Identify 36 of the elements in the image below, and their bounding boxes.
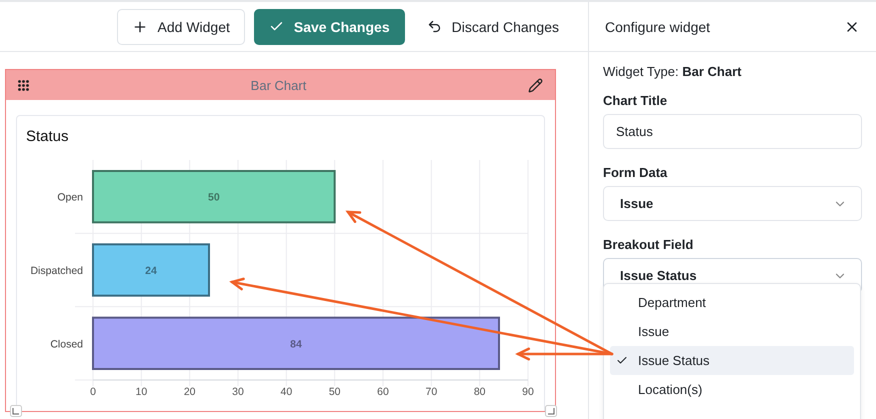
tick-label: 60: [377, 386, 389, 398]
add-button[interactable]: Add Widget: [116, 8, 245, 44]
resize-handle-icon[interactable]: [10, 405, 22, 417]
dropdown-option[interactable]: Issue Status: [610, 346, 854, 375]
dropdown-option[interactable]: Issue: [610, 317, 854, 346]
field-label: Breakout Field: [603, 237, 694, 252]
dropdown-option[interactable]: Location(s): [610, 375, 854, 404]
widget-type-text: Widget Type: Bar Chart: [603, 64, 742, 79]
data-label: 50: [208, 192, 220, 204]
chart-title: Status: [25, 128, 70, 145]
tick-label: 10: [136, 386, 148, 398]
edit-icon[interactable]: [528, 78, 543, 92]
tick-label: 40: [280, 386, 292, 398]
data-label: 84: [290, 338, 302, 350]
bar-label: Closed: [50, 338, 83, 350]
data-label: 24: [145, 265, 157, 277]
undo-icon: [426, 19, 442, 34]
input-field[interactable]: Status: [603, 114, 862, 149]
tick-label: 0: [90, 386, 96, 398]
tick-label: 90: [522, 386, 534, 398]
field-label: Chart Title: [603, 93, 668, 108]
select-field[interactable]: Issue: [603, 186, 862, 221]
field-label: Form Data: [603, 165, 668, 180]
drag-handle-icon[interactable]: [18, 80, 29, 90]
bar-label: Dispatched: [30, 265, 83, 277]
tick-label: 30: [232, 386, 244, 398]
resize-handle-icon[interactable]: [545, 405, 557, 417]
tick-label: 50: [328, 386, 340, 398]
save-button[interactable]: Save Changes: [254, 8, 405, 44]
widget-title: Bar Chart: [250, 78, 306, 92]
tick-label: 70: [426, 386, 438, 398]
tick-label: 80: [474, 386, 486, 398]
plus-icon: [132, 18, 148, 34]
bar-label: Open: [57, 192, 83, 204]
panel-title: Configure widget: [605, 18, 710, 34]
tick-label: 20: [184, 386, 196, 398]
